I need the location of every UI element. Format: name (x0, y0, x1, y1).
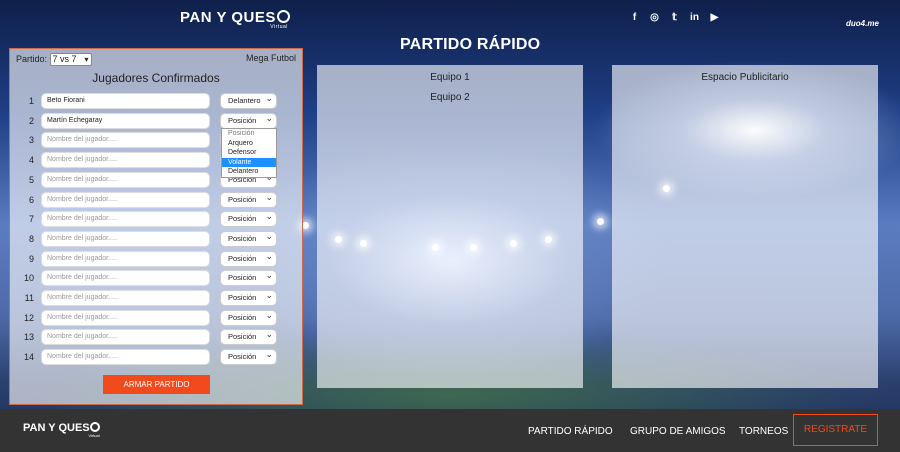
partido-row: Partido: 7 vs 7 (16, 53, 92, 66)
player-name-input[interactable]: Nombre del jugador..... (41, 132, 210, 149)
player-row: 6 Nombre del jugador..... Posición (10, 190, 302, 208)
form-title: Jugadores Confirmados (92, 71, 220, 85)
player-name-input[interactable]: Nombre del jugador..... (41, 349, 210, 366)
player-number: 14 (23, 352, 34, 363)
player-position-select[interactable]: Posición (220, 111, 277, 129)
page-title: PARTIDO RÁPIDO (400, 36, 541, 53)
player-position-select[interactable]: Posición (220, 190, 277, 208)
player-name-input[interactable]: Nombre del jugador..... (41, 329, 210, 346)
player-position-select[interactable]: Posición (220, 347, 277, 366)
player-row: 14 Nombre del jugador..... Posición (10, 347, 302, 366)
player-name-input[interactable]: Nombre del jugador..... (41, 191, 210, 208)
linkedin-icon[interactable]: in (690, 12, 699, 23)
players-form: Partido: 7 vs 7 Mega Futbol Jugadores Co… (9, 48, 303, 405)
register-button[interactable]: REGISTRATE (793, 414, 878, 446)
player-position-select[interactable]: Posición (220, 249, 277, 267)
team-2-label: Equipo 2 (430, 92, 470, 103)
player-position-select[interactable]: Posición (220, 268, 277, 287)
twitter-icon[interactable]: 𝕥 (670, 12, 679, 23)
player-row: 1 Beto Fiorani Delantero (10, 91, 302, 109)
player-name-input[interactable]: Nombre del jugador..... (41, 290, 210, 306)
player-name-input[interactable]: Nombre del jugador..... (41, 171, 210, 188)
position-option[interactable]: Defensor (222, 148, 276, 158)
player-number: 6 (28, 194, 34, 205)
footer-brand-sub: Virtual (88, 433, 100, 438)
player-position-select[interactable]: Posición (220, 209, 277, 228)
youtube-icon[interactable]: ▶ (710, 12, 719, 23)
player-row: 13 Nombre del jugador..... Posición (10, 327, 302, 346)
position-option[interactable]: Arquero (222, 139, 276, 149)
player-number: 10 (23, 273, 34, 284)
brand-logo[interactable]: PAN Y QUES Virtual (180, 9, 290, 30)
corner-logo[interactable]: duo4.me (846, 19, 879, 28)
player-position-select[interactable]: Posición (220, 229, 277, 247)
player-position-select[interactable]: Posición (220, 327, 277, 346)
player-number: 5 (28, 174, 34, 185)
teams-panel: Equipo 1 Equipo 2 (317, 65, 583, 388)
position-option[interactable]: Posición (222, 129, 276, 139)
player-name-input[interactable]: Nombre del jugador..... (41, 250, 210, 267)
player-name-input[interactable]: Nombre del jugador..... (41, 230, 210, 247)
player-row: 11 Nombre del jugador..... Posición (10, 288, 302, 306)
player-name-input[interactable]: Martín Echegaray (41, 112, 210, 129)
ball-icon (276, 10, 290, 23)
nav-grupo-de-amigos[interactable]: GRUPO DE AMIGOS (630, 426, 726, 437)
brand-sub: Virtual (270, 24, 288, 30)
player-number: 12 (23, 312, 34, 323)
player-name-input[interactable]: Beto Fiorani (41, 93, 210, 109)
brand-name: PAN Y QUES (180, 9, 276, 26)
nav-partido-rapido[interactable]: PARTIDO RÁPIDO (528, 426, 613, 437)
player-position-select[interactable]: Posición (220, 308, 277, 326)
armar-partido-button[interactable]: ARMAR PARTIDO (103, 375, 210, 394)
nav-torneos[interactable]: TORNEOS (739, 426, 788, 437)
player-row: 12 Nombre del jugador..... Posición (10, 308, 302, 326)
instagram-icon[interactable]: ◎ (650, 12, 659, 23)
player-row: 2 Martín Echegaray Posición (10, 111, 302, 129)
player-number: 13 (23, 332, 34, 343)
ad-panel: Espacio Publicitario (612, 65, 878, 388)
social-links: f ◎ 𝕥 in ▶ (630, 12, 719, 23)
player-number: 11 (24, 293, 34, 303)
partido-label: Partido: (16, 53, 48, 64)
ball-icon (89, 422, 100, 432)
player-number: 9 (28, 253, 34, 264)
footer: PAN Y QUES Virtual PARTIDO RÁPIDO GRUPO … (0, 409, 900, 452)
team-1-label: Equipo 1 (430, 72, 470, 83)
player-name-input[interactable]: Nombre del jugador..... (41, 309, 210, 326)
player-number: 2 (28, 115, 34, 126)
footer-brand-name: PAN Y QUES (23, 422, 90, 434)
mega-label: Mega Futbol (245, 53, 296, 63)
player-number: 8 (28, 233, 34, 244)
player-row: 9 Nombre del jugador..... Posición (10, 249, 302, 267)
player-number: 1 (28, 96, 34, 106)
player-name-input[interactable]: Nombre del jugador..... (41, 152, 210, 169)
player-number: 3 (28, 135, 34, 146)
player-position-select[interactable]: Posición (220, 288, 277, 306)
player-row: 10 Nombre del jugador..... Posición (10, 268, 302, 287)
position-option[interactable]: Volante (222, 157, 276, 167)
ad-label: Espacio Publicitario (701, 72, 789, 83)
player-position-select[interactable]: Delantero (220, 91, 277, 109)
player-row: 8 Nombre del jugador..... Posición (10, 229, 302, 247)
player-name-input[interactable]: Nombre del jugador..... (41, 211, 210, 228)
position-option[interactable]: Delantero (222, 167, 276, 177)
facebook-icon[interactable]: f (630, 12, 639, 23)
footer-logo[interactable]: PAN Y QUES Virtual (23, 422, 100, 438)
position-dropdown-list: Posición Arquero Defensor Volante Delantero (221, 128, 277, 178)
partido-select[interactable]: 7 vs 7 (49, 53, 92, 66)
player-name-input[interactable]: Nombre del jugador..... (41, 270, 210, 287)
player-row: 7 Nombre del jugador..... Posición (10, 209, 302, 228)
player-number: 4 (28, 155, 34, 166)
player-number: 7 (28, 214, 34, 225)
